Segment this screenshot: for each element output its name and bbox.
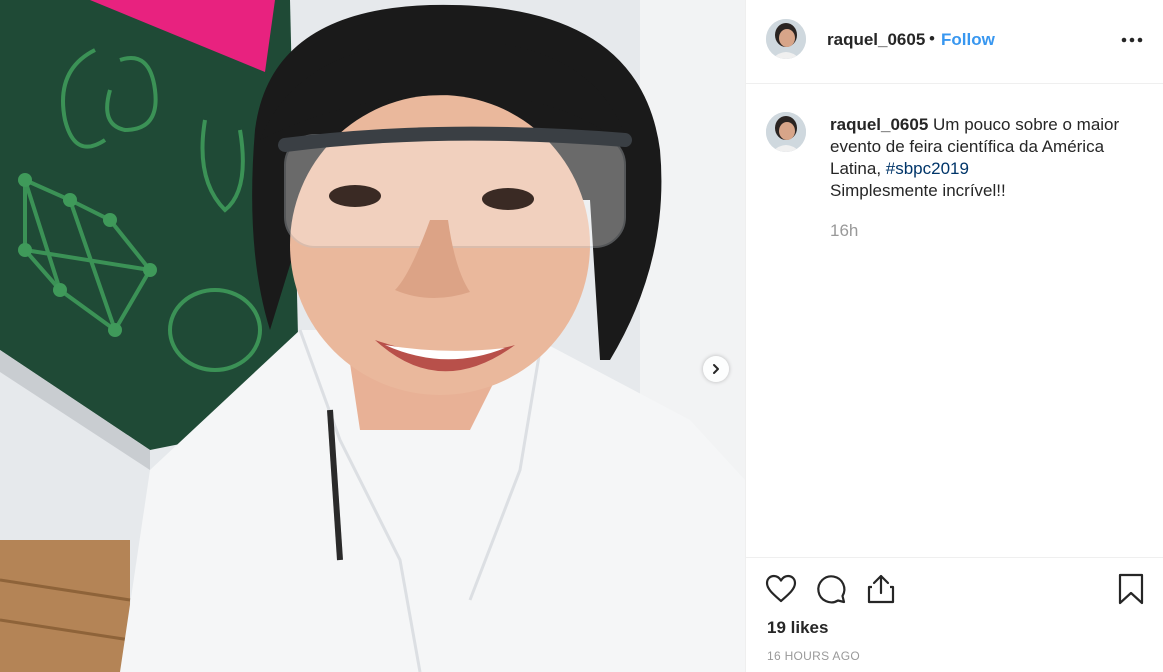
- caption-timestamp[interactable]: 16h: [830, 221, 858, 241]
- heart-icon: [765, 574, 797, 603]
- action-bar: 19 likes 16 HOURS AGO: [746, 557, 1163, 672]
- likes-count[interactable]: 19 likes: [767, 618, 828, 638]
- more-options-icon: [1121, 37, 1143, 43]
- username-link[interactable]: raquel_0605: [827, 30, 925, 50]
- caption-text: raquel_0605 Um pouco sobre o maior event…: [830, 114, 1140, 202]
- bookmark-icon: [1118, 573, 1144, 605]
- post-timestamp: 16 HOURS AGO: [767, 649, 860, 663]
- share-icon: [867, 574, 895, 604]
- post-header: raquel_0605 • Follow: [746, 0, 1163, 84]
- separator-dot: •: [929, 29, 935, 48]
- like-button[interactable]: [764, 572, 798, 606]
- share-button[interactable]: [864, 572, 898, 606]
- selfie-image: [0, 0, 745, 672]
- more-options-button[interactable]: [1118, 28, 1146, 52]
- save-button[interactable]: [1114, 572, 1148, 606]
- next-photo-button[interactable]: [703, 356, 729, 382]
- comment-button[interactable]: [814, 572, 848, 606]
- caption-username-link[interactable]: raquel_0605: [830, 115, 928, 134]
- post-sidebar: raquel_0605 • Follow raquel_0605 Um pouc…: [745, 0, 1163, 672]
- avatar[interactable]: [766, 19, 806, 59]
- comment-icon: [817, 575, 846, 604]
- follow-button[interactable]: Follow: [941, 30, 995, 50]
- avatar[interactable]: [766, 112, 806, 152]
- hashtag-link[interactable]: #sbpc2019: [886, 159, 969, 178]
- caption-line2: Simplesmente incrível!!: [830, 181, 1006, 200]
- chevron-right-icon: [713, 364, 719, 374]
- avatar-image: [766, 19, 806, 59]
- avatar-image: [766, 112, 806, 152]
- post-photo[interactable]: [0, 0, 745, 672]
